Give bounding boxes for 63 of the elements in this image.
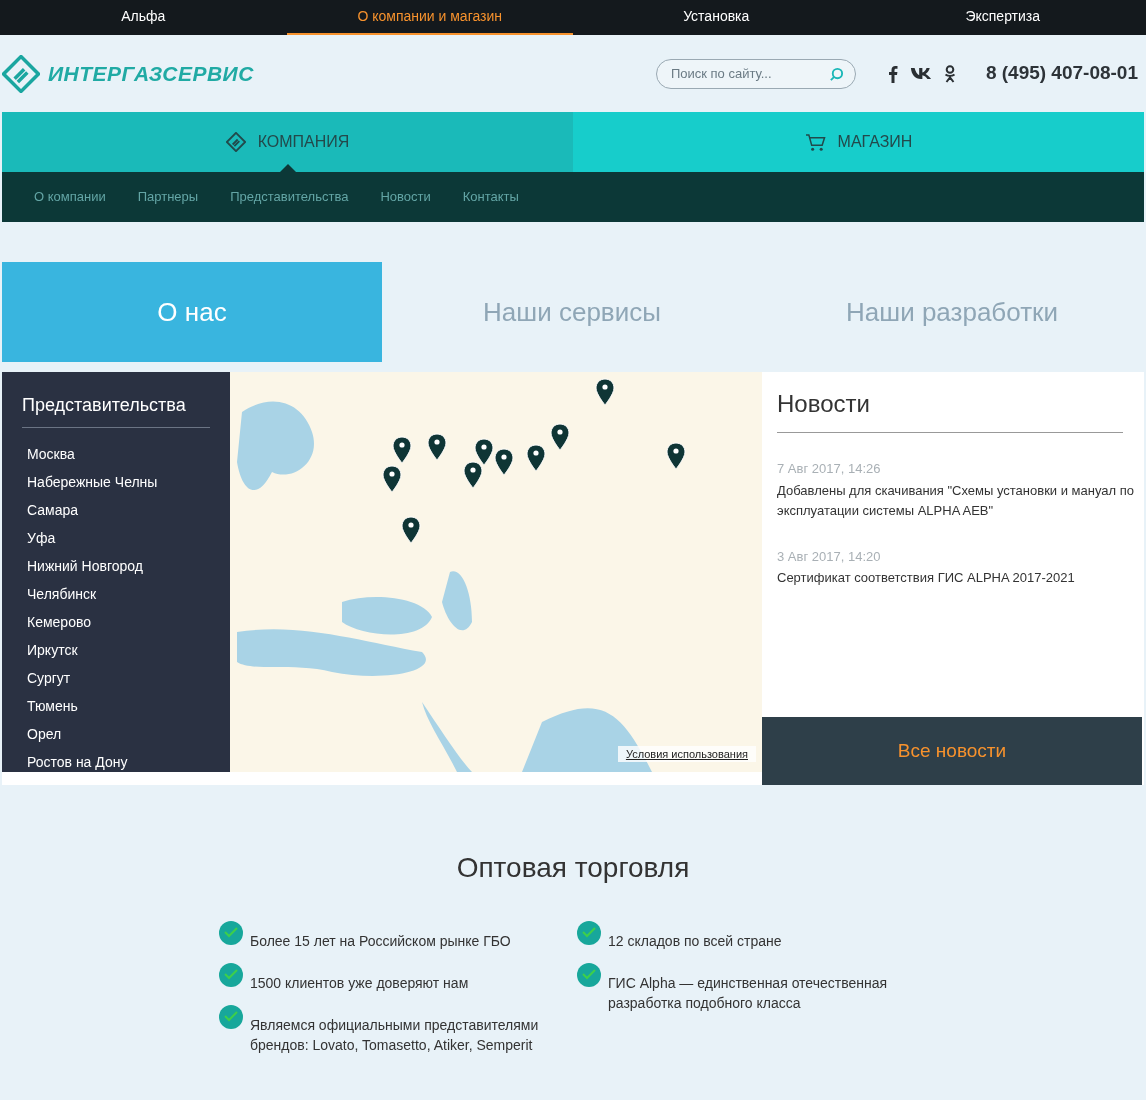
check-icon (219, 963, 243, 987)
office-link[interactable]: Кемерово (27, 608, 210, 636)
office-link[interactable]: Набережные Челны (27, 468, 210, 496)
facebook-icon[interactable] (887, 64, 898, 83)
top-nav-link[interactable]: Установка (573, 0, 860, 35)
feature-text: 1500 клиентов уже доверяют нам (250, 974, 469, 993)
terms-link[interactable]: Условия использования (617, 745, 756, 762)
news-headline[interactable]: Сертификат соответствия ГИС ALPHA 2017-2021 (777, 568, 1135, 588)
top-nav-link[interactable]: Альфа (0, 0, 287, 35)
news-title: Новости (777, 386, 1123, 433)
office-link[interactable]: Челябинск (27, 580, 210, 608)
logo-icon (2, 54, 40, 93)
office-link[interactable]: Москва (27, 440, 210, 468)
map-pin-icon[interactable] (382, 465, 402, 493)
sub-nav-link[interactable]: Новости (380, 187, 431, 207)
logo-text: ИНТЕРГАЗСЕРВИС (48, 60, 254, 87)
office-link[interactable]: Самара (27, 496, 210, 524)
wholesale-title: Оптовая торговля (455, 851, 691, 885)
feature-text: Являемся официальными представителями брендов: Lovato, Tomasetto, Atiker, Semperit (250, 1016, 539, 1055)
top-nav-link[interactable]: Экспертиза (859, 0, 1146, 35)
map-pin-icon[interactable] (550, 423, 570, 451)
all-news-button[interactable]: Все новости (762, 717, 1142, 785)
logo-icon (225, 132, 246, 152)
map-pin-icon[interactable] (494, 448, 514, 476)
check-icon (577, 963, 601, 987)
section-tab[interactable]: МАГАЗИН (573, 112, 1144, 172)
news-date: 7 Авг 2017, 14:26 (777, 460, 882, 478)
office-link[interactable]: Иркутск (27, 636, 210, 664)
sub-nav-link[interactable]: Представительства (230, 187, 349, 207)
map-pin-icon[interactable] (463, 461, 483, 489)
map-pin-icon[interactable] (474, 438, 494, 466)
section-tab[interactable]: КОМПАНИЯ (2, 112, 573, 172)
sub-nav-link[interactable]: Партнеры (137, 187, 199, 207)
office-link[interactable]: Ростов на Дону (27, 748, 210, 772)
cart-icon (804, 132, 826, 152)
check-icon (577, 921, 601, 945)
office-link[interactable]: Тюмень (27, 692, 210, 720)
map-pin-icon[interactable] (392, 436, 412, 464)
office-link[interactable]: Орел (27, 720, 210, 748)
check-icon (219, 921, 243, 945)
search-field[interactable]: Поиск по сайту... (655, 58, 856, 89)
map-pin-icon[interactable] (427, 433, 447, 461)
map-pin-icon[interactable] (595, 378, 615, 406)
map-pin-icon[interactable] (401, 516, 421, 544)
map[interactable]: Представительства Москва Набережные Челны Самара Уфа Нижний Новгород Челябинск Кемерово Иркутск Сургут Тюмень Орел Ростов на Дону Условия использования (2, 372, 762, 772)
office-link[interactable]: Уфа (27, 524, 210, 552)
sub-nav-link[interactable]: О компании (34, 187, 106, 207)
map-pin-icon[interactable] (526, 444, 546, 472)
phone-number: 8 (495) 407-08-01 (985, 61, 1138, 86)
map-pin-icon[interactable] (666, 442, 686, 470)
feature-text: Более 15 лет на Российском рынке ГБО (250, 932, 511, 951)
news-headline[interactable]: Добавлены для скачивания "Схемы установки и мануал по эксплуатации системы ALPHA AEB" (777, 480, 1135, 521)
top-nav-link[interactable]: О компании и магазин (286, 0, 573, 35)
check-icon (219, 1005, 243, 1029)
news-date: 3 Авг 2017, 14:20 (777, 547, 882, 566)
feature-text: ГИС Alpha — единственная отечественная разработка подобного класса (608, 974, 889, 1013)
office-link[interactable]: Сургут (27, 664, 210, 692)
office-link[interactable]: Нижний Новгород (27, 552, 210, 580)
vk-icon[interactable] (909, 67, 932, 80)
sub-nav-link[interactable]: Контакты (462, 187, 519, 207)
feature-text: 12 складов по всей стране (608, 932, 782, 951)
odnoklassniki-icon[interactable] (943, 64, 956, 83)
offices-title: Представительства (22, 392, 210, 428)
